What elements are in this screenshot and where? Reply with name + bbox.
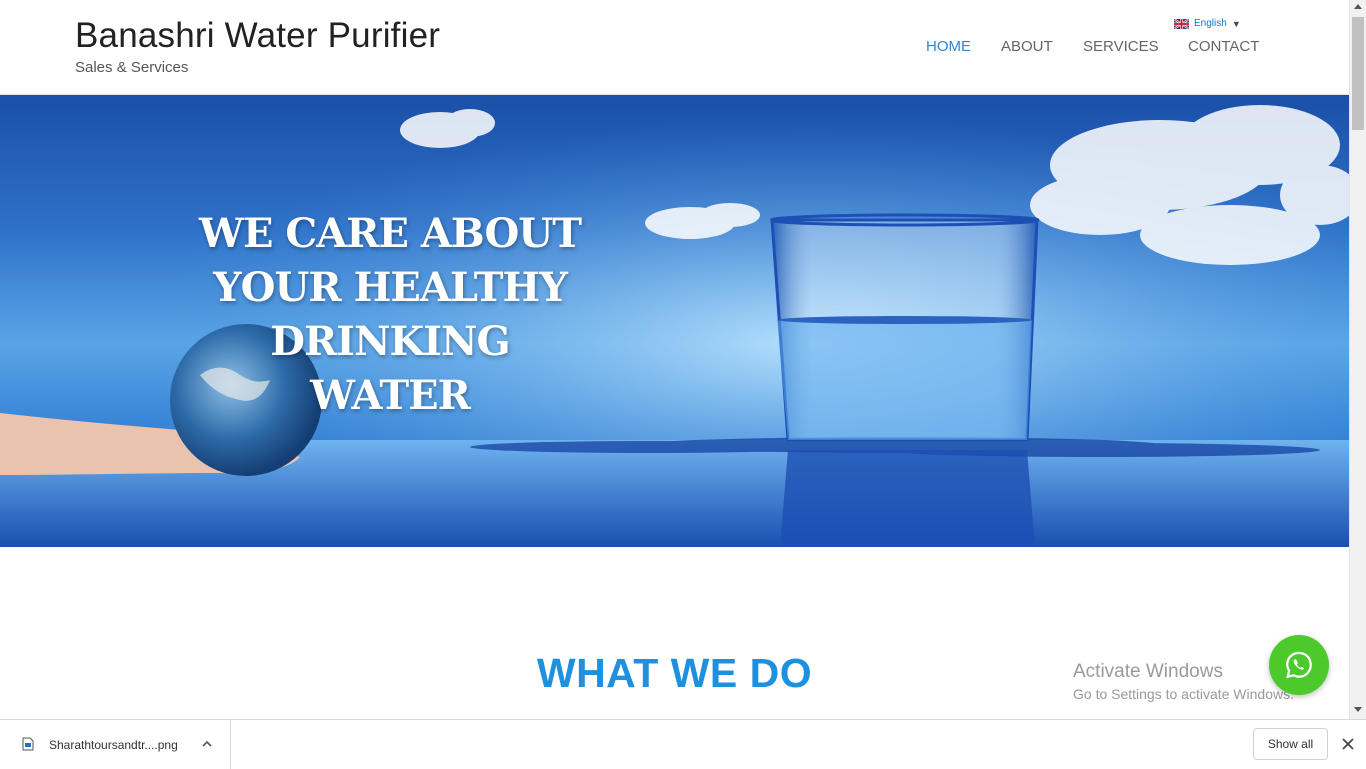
page-scrollbar[interactable] bbox=[1349, 0, 1366, 719]
brand-title[interactable]: Banashri Water Purifier bbox=[75, 16, 440, 56]
scroll-up-arrow-icon[interactable] bbox=[1354, 4, 1362, 9]
hero-line-1: WE CARE ABOUT bbox=[199, 210, 582, 257]
scroll-down-arrow-icon[interactable] bbox=[1354, 707, 1362, 712]
hero-heading: WE CARE ABOUT YOUR HEALTHY DRINKING WATE… bbox=[90, 207, 690, 423]
nav-contact[interactable]: CONTACT bbox=[1188, 38, 1259, 55]
uk-flag-icon bbox=[1174, 18, 1189, 29]
language-selector[interactable]: English ▼ bbox=[1174, 18, 1241, 29]
language-label: English bbox=[1194, 18, 1227, 29]
nav-services[interactable]: SERVICES bbox=[1083, 38, 1159, 55]
download-file-name[interactable]: Sharathtoursandtr....png bbox=[49, 738, 178, 752]
chevron-up-icon[interactable] bbox=[200, 737, 214, 751]
nav-home[interactable]: HOME bbox=[926, 38, 971, 55]
nav-about[interactable]: ABOUT bbox=[1001, 38, 1053, 55]
file-icon bbox=[22, 737, 34, 751]
brand-tagline: Sales & Services bbox=[75, 59, 189, 76]
hero-line-2: YOUR HEALTHY DRINKING bbox=[213, 264, 568, 365]
whatsapp-icon bbox=[1286, 651, 1312, 679]
hero-banner: WE CARE ABOUT YOUR HEALTHY DRINKING WATE… bbox=[0, 95, 1349, 547]
download-item[interactable]: Sharathtoursandtr....png bbox=[0, 720, 231, 769]
watermark-title: Activate Windows bbox=[1073, 661, 1223, 682]
scrollbar-thumb[interactable] bbox=[1352, 17, 1364, 130]
site-header: Banashri Water Purifier Sales & Services… bbox=[0, 0, 1349, 95]
caret-down-icon: ▼ bbox=[1231, 18, 1241, 29]
activate-windows-watermark: Activate Windows Go to Settings to activ… bbox=[1073, 661, 1294, 702]
watermark-subtitle: Go to Settings to activate Windows. bbox=[1073, 686, 1294, 702]
close-icon[interactable] bbox=[1341, 737, 1355, 751]
download-bar: Sharathtoursandtr....png Show all bbox=[0, 719, 1366, 769]
show-all-button[interactable]: Show all bbox=[1253, 728, 1328, 760]
hero-line-3: WATER bbox=[310, 372, 471, 419]
whatsapp-button[interactable] bbox=[1269, 635, 1329, 695]
